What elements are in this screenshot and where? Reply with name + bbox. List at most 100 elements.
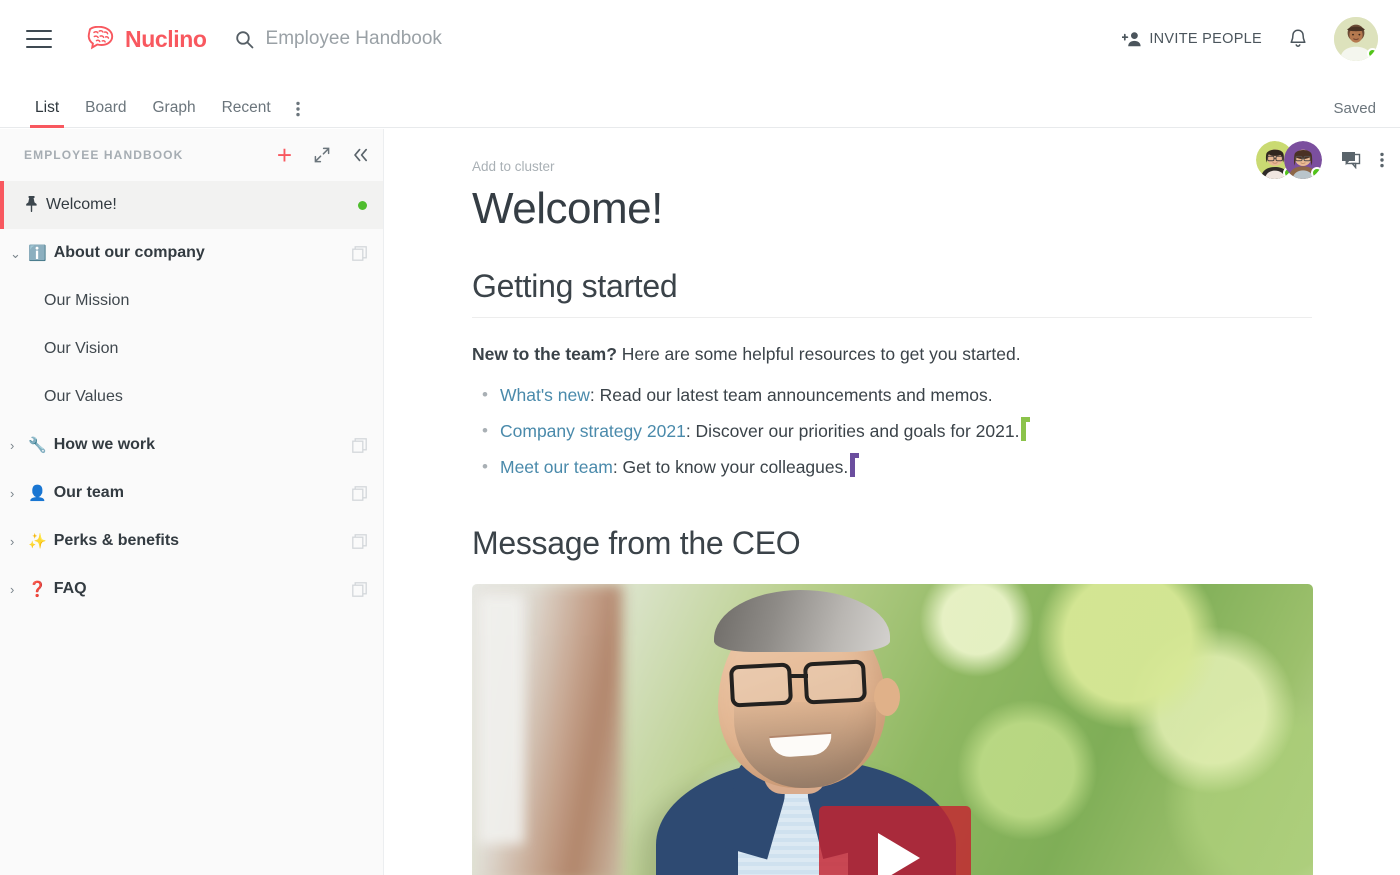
collaborator-avatars <box>1256 141 1322 179</box>
sidebar-item-label: Welcome! <box>46 196 117 213</box>
tab-graph[interactable]: Graph <box>140 99 209 127</box>
document-more-button[interactable] <box>1380 152 1384 168</box>
sidebar-item-perks-and-benefits[interactable]: › ✨ Perks & benefits <box>0 517 383 565</box>
list-item: What's new: Read our latest team announc… <box>472 382 1312 409</box>
duplicate-glyph <box>352 581 367 597</box>
chevron-right-icon[interactable]: › <box>10 439 24 452</box>
bell-icon <box>1290 29 1306 47</box>
sidebar-item-our-values[interactable]: Our Values <box>0 373 383 421</box>
sidebar: EMPLOYEE HANDBOOK + Welcome! ⌄ ℹ️ About … <box>0 129 384 875</box>
expand-glyph <box>314 147 330 163</box>
link-company-strategy-2021[interactable]: Company strategy 2021 <box>500 421 686 441</box>
sidebar-item-our-team[interactable]: › 👤 Our team <box>0 469 383 517</box>
green-dot-icon <box>358 200 367 210</box>
resources-list: What's new: Read our latest team announc… <box>472 382 1312 481</box>
search-input[interactable] <box>265 28 826 50</box>
brand-logo[interactable]: Nuclino <box>84 26 207 53</box>
sidebar-item-welcome[interactable]: Welcome! <box>0 181 383 229</box>
add-to-cluster-button[interactable]: Add to cluster <box>472 159 1312 174</box>
comments-button[interactable] <box>1340 151 1362 169</box>
hamburger-menu-icon[interactable] <box>26 30 52 48</box>
ceo-video-embed[interactable] <box>472 584 1313 875</box>
chevron-down-icon[interactable]: ⌄ <box>10 247 24 260</box>
list-item: Meet our team: Get to know your colleagu… <box>472 453 1312 481</box>
wrench-emoji-icon: 🔧 <box>28 436 47 454</box>
sidebar-item-label: Our Values <box>44 388 123 405</box>
glasses-bridge <box>790 674 808 679</box>
invite-people-button[interactable]: INVITE PEOPLE <box>1122 31 1262 47</box>
collapse-glyph <box>354 148 368 162</box>
main-content: Add to cluster Welcome! Getting started … <box>384 129 1400 875</box>
expand-icon[interactable] <box>314 147 330 163</box>
sidebar-header: EMPLOYEE HANDBOOK + <box>0 129 383 181</box>
person-emoji-icon: 👤 <box>28 484 47 502</box>
person-hair <box>714 590 890 653</box>
save-status-label: Saved <box>1333 100 1376 117</box>
duplicate-glyph <box>352 437 367 453</box>
duplicate-icon[interactable] <box>352 581 367 597</box>
link-meet-our-team[interactable]: Meet our team <box>500 457 613 477</box>
sidebar-workspace-title: EMPLOYEE HANDBOOK <box>24 148 184 162</box>
collaborator-cursor-green <box>1021 417 1031 442</box>
plus-icon[interactable]: + <box>277 142 292 168</box>
chevron-right-icon[interactable]: › <box>10 487 24 500</box>
sidebar-item-label: About our company <box>53 244 205 261</box>
question-emoji-icon: ❓ <box>28 580 47 598</box>
sidebar-item-label: Our team <box>53 484 124 501</box>
list-item-text: : Read our latest team announcements and… <box>589 385 993 405</box>
duplicate-icon[interactable] <box>352 533 367 549</box>
search-icon <box>235 30 253 48</box>
duplicate-icon[interactable] <box>352 245 367 261</box>
glasses-lens-right <box>802 659 868 705</box>
collaborator-avatar-2[interactable] <box>1284 141 1322 179</box>
list-item: Company strategy 2021: Discover our prio… <box>472 417 1312 445</box>
intro-bold: New to the team? <box>472 344 617 364</box>
tab-list[interactable]: List <box>22 99 72 128</box>
add-person-icon <box>1122 32 1141 47</box>
document-body: Add to cluster Welcome! Getting started … <box>384 129 1400 875</box>
heading-message-from-ceo: Message from the CEO <box>472 525 801 562</box>
page-title: Welcome! <box>472 184 663 233</box>
sidebar-item-about-our-company[interactable]: ⌄ ℹ️ About our company <box>0 229 383 277</box>
video-window-blur <box>478 594 524 845</box>
heading-getting-started: Getting started <box>472 268 1312 318</box>
duplicate-glyph <box>352 245 367 261</box>
sidebar-item-label: Our Mission <box>44 292 130 309</box>
sidebar-item-label: Our Vision <box>44 340 119 357</box>
sidebar-item-right <box>358 200 367 210</box>
duplicate-icon[interactable] <box>352 485 367 501</box>
comment-icon <box>1342 152 1361 169</box>
chevron-right-icon[interactable]: › <box>10 535 24 548</box>
top-bar-right-actions: INVITE PEOPLE <box>1122 17 1378 61</box>
search-box[interactable] <box>235 28 826 50</box>
nuclino-brain-icon <box>87 26 114 50</box>
double-chevron-left-icon[interactable] <box>352 148 369 162</box>
sidebar-item-faq[interactable]: › ❓ FAQ <box>0 565 383 613</box>
document-toolbar <box>1256 141 1384 179</box>
link-whats-new[interactable]: What's new <box>500 385 590 405</box>
play-triangle <box>878 833 920 875</box>
tab-board[interactable]: Board <box>72 99 139 127</box>
duplicate-glyph <box>352 533 367 549</box>
collaborator-cursor-purple <box>850 453 860 478</box>
sparkles-emoji-icon: ✨ <box>28 532 47 550</box>
intro-paragraph: New to the team? Here are some helpful r… <box>472 340 1312 368</box>
play-button-icon[interactable] <box>819 806 971 875</box>
intro-rest: Here are some helpful resources to get y… <box>616 344 1021 364</box>
duplicate-icon[interactable] <box>352 437 367 453</box>
tabs-more-button[interactable] <box>284 101 312 127</box>
chevron-right-icon[interactable]: › <box>10 583 24 596</box>
sidebar-item-label: Perks & benefits <box>53 532 180 549</box>
sidebar-item-our-mission[interactable]: Our Mission <box>0 277 383 325</box>
notifications-button[interactable] <box>1288 28 1308 50</box>
status-dot-online <box>1367 48 1378 59</box>
view-tab-bar: List Board Graph Recent Saved <box>0 78 1400 128</box>
invite-people-label: INVITE PEOPLE <box>1149 31 1262 47</box>
list-item-text: : Discover our priorities and goals for … <box>685 421 1020 442</box>
pin-glyph <box>26 196 37 213</box>
tab-recent[interactable]: Recent <box>209 99 284 127</box>
sidebar-header-actions: + <box>277 142 369 168</box>
sidebar-item-how-we-work[interactable]: › 🔧 How we work <box>0 421 383 469</box>
sidebar-item-our-vision[interactable]: Our Vision <box>0 325 383 373</box>
user-avatar[interactable] <box>1334 17 1378 61</box>
